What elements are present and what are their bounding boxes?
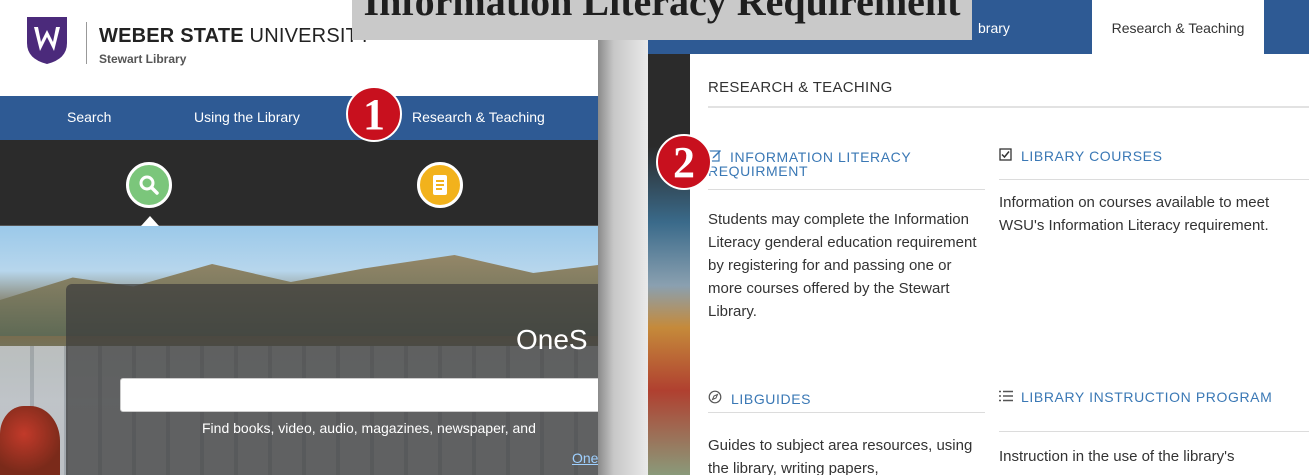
card-divider (999, 179, 1309, 180)
left-screenshot-panel: WEBER STATE UNIVERSITY Stewart Library S… (0, 0, 606, 475)
info-literacy-title: INFORMATION LITERACY REQUIRMENT (708, 149, 912, 179)
nav-research-teaching-active[interactable]: Research & Teaching (1092, 0, 1264, 54)
compass-icon (708, 390, 722, 404)
menu-heading: RESEARCH & TEACHING (708, 79, 893, 96)
right-screenshot-panel: brary Research & Teaching RESEARCH & TEA… (648, 0, 1309, 475)
menu-divider (708, 106, 1309, 108)
wsu-shield-logo[interactable] (25, 15, 69, 65)
panel-divider (598, 0, 650, 475)
book-icon[interactable] (417, 162, 463, 208)
tutorial-title: Information Literacy Requirement (363, 0, 961, 24)
hero-banner: OneS Find books, video, audio, magazines… (0, 226, 606, 475)
main-nav: Search Using the Library Research & Teac… (0, 96, 606, 140)
onesearch-help-text: Find books, video, audio, magazines, new… (202, 420, 536, 436)
list-icon (999, 390, 1013, 402)
onesearch-input[interactable] (120, 378, 606, 412)
nav-research-teaching[interactable]: Research & Teaching (412, 109, 545, 125)
instruction-program-description: Instruction in the use of the library's (999, 448, 1235, 465)
library-courses-link[interactable]: LIBRARY COURSES (999, 148, 1289, 163)
card-divider (708, 189, 985, 190)
research-teaching-menu: RESEARCH & TEACHING INFORMATION LITERACY… (690, 54, 1309, 475)
nav-research-teaching-label: Research & Teaching (1111, 20, 1245, 36)
library-courses-description: Information on courses available to meet… (999, 194, 1270, 234)
libguides-description: Guides to subject area resources, using … (708, 437, 973, 475)
card-divider (999, 431, 1309, 432)
icon-bar (0, 140, 606, 226)
search-icon[interactable] (126, 162, 172, 208)
libguides-title: LIBGUIDES (731, 391, 812, 407)
brand-bold: WEBER STATE (99, 25, 244, 47)
nav-using-the-library[interactable]: Using the Library (194, 109, 300, 125)
libguides-link[interactable]: LIBGUIDES (708, 390, 988, 406)
onesearch-panel: OneS Find books, video, audio, magazines… (66, 284, 606, 475)
logo-divider (86, 22, 87, 64)
info-literacy-description: Students may complete the Information Li… (708, 211, 977, 320)
nav-search[interactable]: Search (67, 109, 111, 125)
tutorial-title-banner: Information Literacy Requirement (352, 0, 972, 40)
checkbox-icon (999, 148, 1012, 161)
nav-library-partial[interactable]: brary (978, 20, 1010, 36)
onesearch-title: OneS (516, 324, 588, 355)
library-name[interactable]: Stewart Library (99, 52, 186, 66)
active-pointer (141, 216, 159, 226)
onesearch-link[interactable]: One (572, 450, 598, 466)
instruction-program-link[interactable]: LIBRARY INSTRUCTION PROGRAM (999, 390, 1299, 404)
hero-tree (0, 406, 60, 475)
step-2-callout: 2 (656, 134, 712, 190)
library-courses-title: LIBRARY COURSES (1021, 148, 1163, 164)
step-1-callout: 1 (346, 86, 402, 142)
background-strip (648, 54, 690, 475)
card-divider (708, 412, 985, 413)
instruction-program-title: LIBRARY INSTRUCTION PROGRAM (1021, 389, 1273, 405)
info-literacy-link[interactable]: INFORMATION LITERACY REQUIRMENT (708, 148, 988, 178)
university-name[interactable]: WEBER STATE UNIVERSITY (99, 25, 372, 48)
